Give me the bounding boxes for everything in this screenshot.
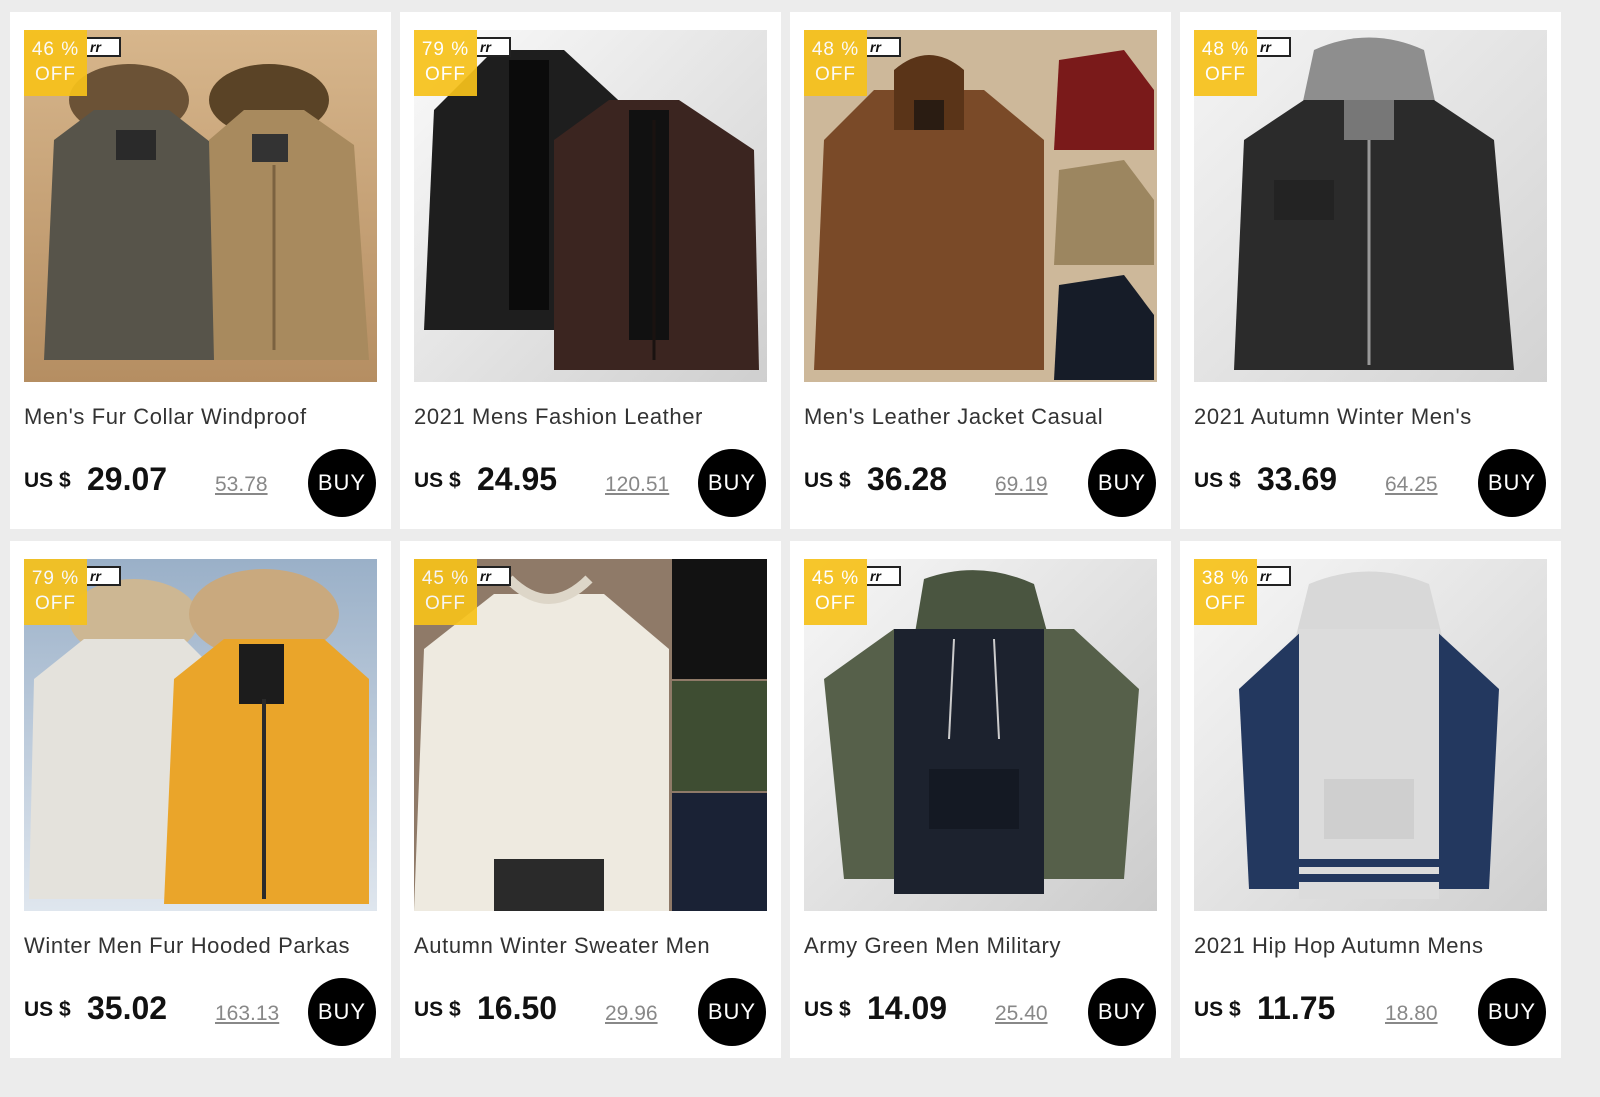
discount-badge: 46 % OFF <box>24 30 87 96</box>
off-label: OFF <box>425 64 466 85</box>
discount-percent: 45 <box>421 568 445 589</box>
brand-logo: rr <box>87 566 121 586</box>
percent-sign: % <box>54 568 80 589</box>
product-card[interactable]: 79 % OFF rr Winter Men Fur Hooded Parkas … <box>10 541 391 1058</box>
discount-badge: 79 % OFF <box>24 559 87 625</box>
product-image[interactable]: 48 % OFF rr <box>1194 30 1547 382</box>
discount-percent: 48 <box>811 39 835 60</box>
off-label: OFF <box>1205 593 1246 614</box>
original-price: 25.40 <box>995 1002 1048 1025</box>
product-image[interactable]: 45 % OFF rr <box>804 559 1157 911</box>
percent-sign: % <box>444 39 470 60</box>
buy-button[interactable]: BUY <box>1478 449 1546 517</box>
original-price: 53.78 <box>215 473 268 496</box>
percent-sign: % <box>54 39 80 60</box>
buy-button[interactable]: BUY <box>698 449 766 517</box>
percent-sign: % <box>444 568 470 589</box>
discount-percent: 46 <box>31 39 55 60</box>
brand-logo: rr <box>477 37 511 57</box>
original-price: 163.13 <box>215 1002 280 1025</box>
off-label: OFF <box>815 593 856 614</box>
discount-badge: 48 % OFF <box>804 30 867 96</box>
percent-sign: % <box>834 39 860 60</box>
off-label: OFF <box>35 593 76 614</box>
product-image[interactable]: 79 % OFF rr <box>414 30 767 382</box>
buy-button[interactable]: BUY <box>1088 978 1156 1046</box>
product-title[interactable]: Men's Fur Collar Windproof <box>24 404 384 430</box>
currency-label: US $ <box>804 469 851 492</box>
original-price: 29.96 <box>605 1002 658 1025</box>
product-title[interactable]: Autumn Winter Sweater Men <box>414 933 774 959</box>
discount-percent: 79 <box>421 39 445 60</box>
sale-price: 33.69 <box>1257 461 1338 497</box>
discount-badge: 45 % OFF <box>414 559 477 625</box>
currency-label: US $ <box>24 998 71 1021</box>
sale-price: 11.75 <box>1257 990 1336 1026</box>
discount-percent: 79 <box>31 568 55 589</box>
brand-logo: rr <box>867 37 901 57</box>
currency-label: US $ <box>804 998 851 1021</box>
product-image[interactable]: 48 % OFF rr <box>804 30 1157 382</box>
currency-label: US $ <box>414 998 461 1021</box>
product-title[interactable]: 2021 Hip Hop Autumn Mens <box>1194 933 1554 959</box>
original-price: 18.80 <box>1385 1002 1438 1025</box>
currency-label: US $ <box>1194 469 1241 492</box>
sale-price: 16.50 <box>477 990 558 1026</box>
original-price: 64.25 <box>1385 473 1438 496</box>
discount-percent: 38 <box>1201 568 1225 589</box>
discount-percent: 48 <box>1201 39 1225 60</box>
product-card[interactable]: 79 % OFF rr 2021 Mens Fashion Leather US … <box>400 12 781 529</box>
product-image[interactable]: 38 % OFF rr <box>1194 559 1547 911</box>
off-label: OFF <box>1205 64 1246 85</box>
discount-percent: 45 <box>811 568 835 589</box>
buy-button[interactable]: BUY <box>308 449 376 517</box>
percent-sign: % <box>1224 39 1250 60</box>
product-card[interactable]: 45 % OFF rr Autumn Winter Sweater Men US … <box>400 541 781 1058</box>
brand-logo: rr <box>1257 37 1291 57</box>
currency-label: US $ <box>414 469 461 492</box>
discount-badge: 38 % OFF <box>1194 559 1257 625</box>
product-card[interactable]: 46 % OFF rr Men's Fur Collar Windproof US… <box>10 12 391 529</box>
sale-price: 36.28 <box>867 461 948 497</box>
discount-badge: 48 % OFF <box>1194 30 1257 96</box>
brand-logo: rr <box>87 37 121 57</box>
off-label: OFF <box>35 64 76 85</box>
original-price: 120.51 <box>605 473 670 496</box>
product-image[interactable]: 45 % OFF rr <box>414 559 767 911</box>
discount-badge: 79 % OFF <box>414 30 477 96</box>
off-label: OFF <box>425 593 466 614</box>
product-image[interactable]: 79 % OFF rr <box>24 559 377 911</box>
buy-button[interactable]: BUY <box>1088 449 1156 517</box>
product-card[interactable]: 48 % OFF rr Men's Leather Jacket Casual U… <box>790 12 1171 529</box>
product-card[interactable]: 45 % OFF rr Army Green Men Military US $ … <box>790 541 1171 1058</box>
sale-price: 29.07 <box>87 461 168 497</box>
product-title[interactable]: 2021 Autumn Winter Men's <box>1194 404 1554 430</box>
off-label: OFF <box>815 64 856 85</box>
product-grid: 46 % OFF rr Men's Fur Collar Windproof US… <box>10 12 1561 1058</box>
product-title[interactable]: Winter Men Fur Hooded Parkas <box>24 933 384 959</box>
buy-button[interactable]: BUY <box>698 978 766 1046</box>
original-price: 69.19 <box>995 473 1048 496</box>
currency-label: US $ <box>24 469 71 492</box>
product-title[interactable]: 2021 Mens Fashion Leather <box>414 404 774 430</box>
percent-sign: % <box>834 568 860 589</box>
discount-badge: 45 % OFF <box>804 559 867 625</box>
sale-price: 14.09 <box>867 990 948 1026</box>
product-card[interactable]: 38 % OFF rr 2021 Hip Hop Autumn Mens US $… <box>1180 541 1561 1058</box>
buy-button[interactable]: BUY <box>308 978 376 1046</box>
percent-sign: % <box>1224 568 1250 589</box>
product-title[interactable]: Men's Leather Jacket Casual <box>804 404 1164 430</box>
buy-button[interactable]: BUY <box>1478 978 1546 1046</box>
brand-logo: rr <box>1257 566 1291 586</box>
product-title[interactable]: Army Green Men Military <box>804 933 1164 959</box>
sale-price: 35.02 <box>87 990 168 1026</box>
brand-logo: rr <box>867 566 901 586</box>
product-card[interactable]: 48 % OFF rr 2021 Autumn Winter Men's US $… <box>1180 12 1561 529</box>
brand-logo: rr <box>477 566 511 586</box>
sale-price: 24.95 <box>477 461 558 497</box>
product-image[interactable]: 46 % OFF rr <box>24 30 377 382</box>
currency-label: US $ <box>1194 998 1241 1021</box>
